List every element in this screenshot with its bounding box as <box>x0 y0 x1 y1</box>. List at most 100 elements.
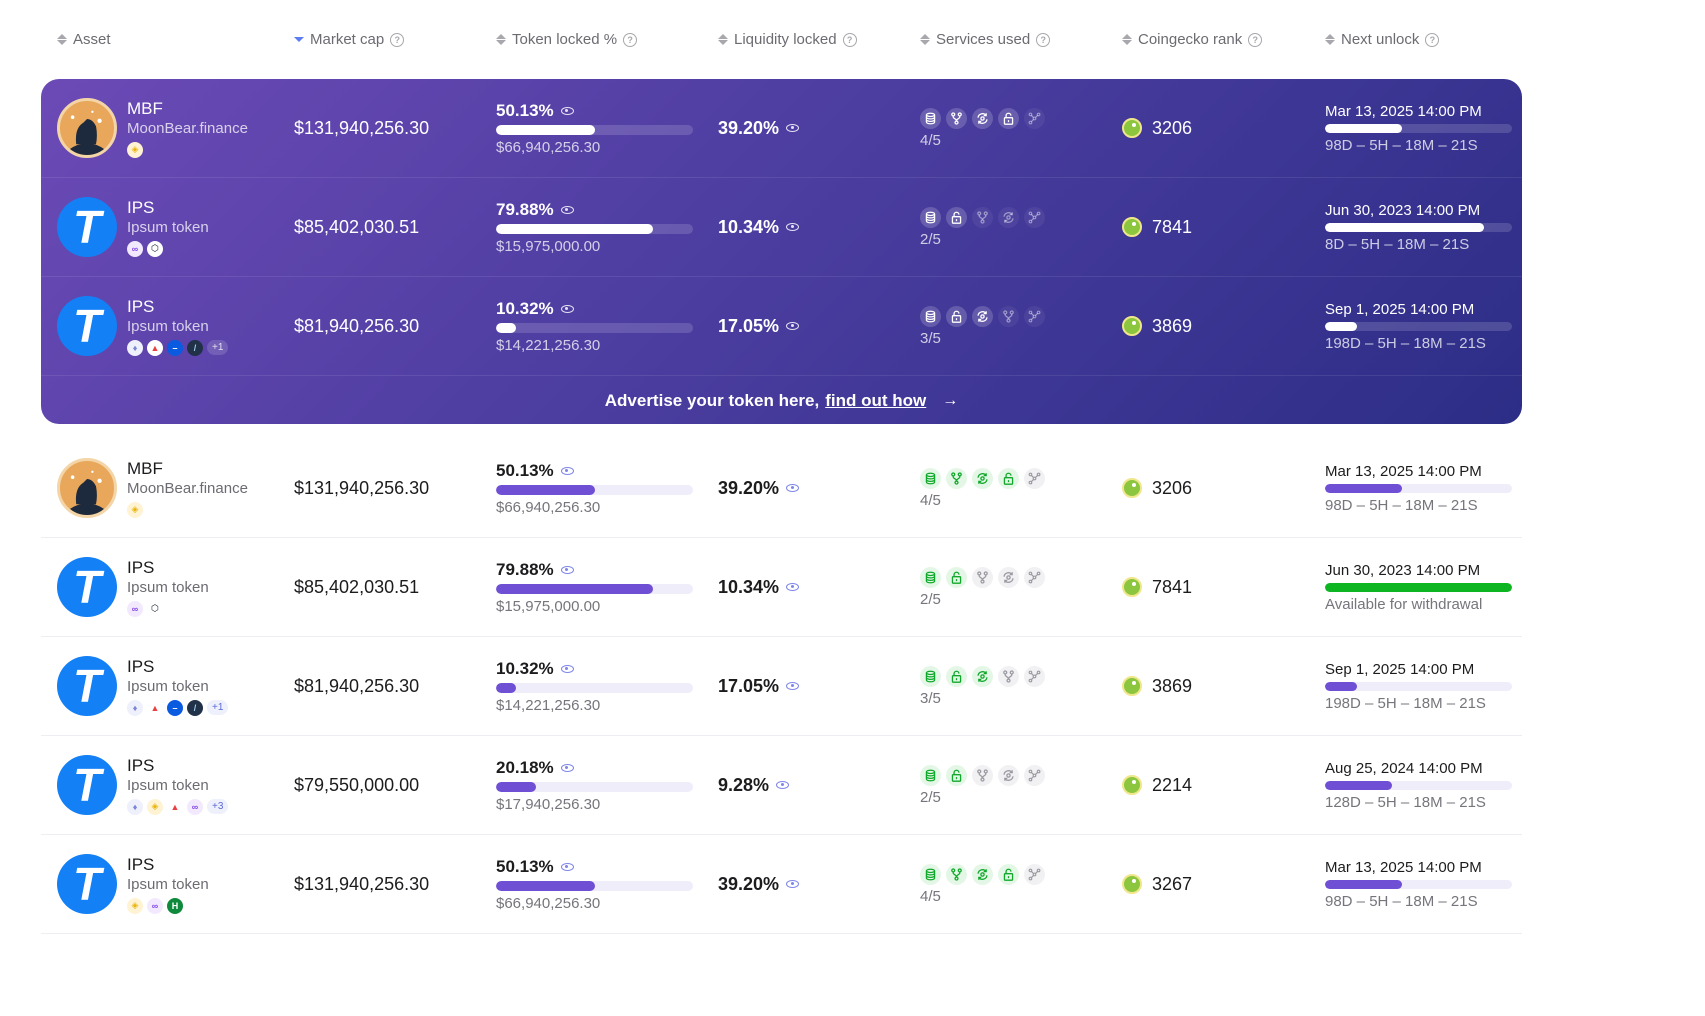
liquidity-locked-cell: 17.05% <box>718 316 920 337</box>
network-icon[interactable] <box>1024 863 1045 885</box>
eye-icon[interactable] <box>560 763 574 772</box>
help-icon[interactable]: ? <box>1036 32 1051 47</box>
eye-icon[interactable] <box>560 466 574 475</box>
fork-icon[interactable] <box>946 863 967 885</box>
find-out-how-link[interactable]: find out how <box>825 391 926 411</box>
column-header-market-cap[interactable]: Market cap? <box>294 31 496 48</box>
table-row[interactable]: T IPS Ipsum token ♦ ▲ – / +1 $81,940,256.30 10.32… <box>41 277 1522 376</box>
table-row[interactable]: T IPS Ipsum token ♦ ◈ ▲ ∞ +3 $79,550,000.00 20.18… <box>41 736 1522 835</box>
token-locked-cell: 79.88% $15,975,000.00 <box>496 200 718 255</box>
network-icon[interactable] <box>1024 665 1045 687</box>
database-icon[interactable] <box>920 206 941 228</box>
column-header-services-used[interactable]: Services used? <box>920 31 1122 48</box>
ipsum-token-logo: T <box>57 557 117 617</box>
database-icon[interactable] <box>920 107 941 129</box>
sync-icon[interactable] <box>998 764 1019 786</box>
table-row[interactable]: T IPS Ipsum token ◈ ∞ H $131,940,256.30 50.13% $… <box>41 835 1522 934</box>
eye-icon[interactable] <box>560 664 574 673</box>
eye-icon[interactable] <box>560 205 574 214</box>
avalanche-chain-icon: ▲ <box>167 798 183 815</box>
polygon-chain-icon: ∞ <box>187 798 203 815</box>
lock-icon[interactable] <box>946 305 967 327</box>
table-row[interactable]: MBF MoonBear.finance ◈ $131,940,256.30 50.13… <box>41 79 1522 178</box>
eye-icon[interactable] <box>560 304 574 313</box>
help-icon[interactable]: ? <box>842 32 857 47</box>
more-chains-badge[interactable]: +3 <box>207 799 229 814</box>
sync-icon[interactable] <box>972 863 993 885</box>
sort-icon[interactable] <box>1325 33 1335 47</box>
more-chains-badge[interactable]: +1 <box>207 340 229 355</box>
fork-icon[interactable] <box>998 305 1019 327</box>
fork-icon[interactable] <box>972 566 993 588</box>
eye-icon[interactable] <box>786 322 800 330</box>
eye-icon[interactable] <box>786 223 800 231</box>
database-icon[interactable] <box>920 665 941 687</box>
help-icon[interactable]: ? <box>1248 32 1263 47</box>
network-icon[interactable] <box>1024 107 1045 129</box>
token-locked-progress-bar <box>496 223 693 234</box>
lock-icon[interactable] <box>946 206 967 228</box>
lock-icon[interactable] <box>946 566 967 588</box>
network-icon[interactable] <box>1024 467 1045 489</box>
lock-icon[interactable] <box>946 764 967 786</box>
table-row[interactable]: T IPS Ipsum token ∞ ⬡ $85,402,030.51 79.88% $15… <box>41 538 1522 637</box>
eye-icon[interactable] <box>786 484 800 492</box>
column-header-asset[interactable]: Asset <box>57 31 294 48</box>
eye-icon[interactable] <box>560 106 574 115</box>
services-count: 2/5 <box>920 230 941 248</box>
database-icon[interactable] <box>920 467 941 489</box>
sync-icon[interactable] <box>972 665 993 687</box>
eye-icon[interactable] <box>560 565 574 574</box>
column-header-token-locked[interactable]: Token locked %? <box>496 31 718 48</box>
lock-icon[interactable] <box>998 467 1019 489</box>
sort-icon[interactable] <box>920 33 930 47</box>
column-header-next-unlock[interactable]: Next unlock? <box>1325 31 1538 48</box>
column-header-liquidity-locked[interactable]: Liquidity locked? <box>718 31 920 48</box>
sort-icon[interactable] <box>57 33 67 47</box>
network-icon[interactable] <box>1024 566 1045 588</box>
network-icon[interactable] <box>1024 206 1045 228</box>
lock-icon[interactable] <box>998 107 1019 129</box>
sync-icon[interactable] <box>972 305 993 327</box>
eye-icon[interactable] <box>560 862 574 871</box>
eye-icon[interactable] <box>786 682 800 690</box>
sync-icon[interactable] <box>972 467 993 489</box>
table-row[interactable]: MBF MoonBear.finance ◈ $131,940,256.30 50.13… <box>41 439 1522 538</box>
chain-list: ∞ ⬡ <box>127 240 209 257</box>
sort-icon[interactable] <box>496 33 506 47</box>
arrow-right-icon[interactable]: → <box>942 392 958 410</box>
fork-icon[interactable] <box>972 764 993 786</box>
help-icon[interactable]: ? <box>1425 32 1440 47</box>
more-chains-badge[interactable]: +1 <box>207 700 229 715</box>
database-icon[interactable] <box>920 566 941 588</box>
lock-icon[interactable] <box>998 863 1019 885</box>
sort-desc-icon[interactable] <box>294 33 304 47</box>
help-icon[interactable]: ? <box>623 32 638 47</box>
eye-icon[interactable] <box>786 124 800 132</box>
column-header-coingecko-rank[interactable]: Coingecko rank? <box>1122 31 1325 48</box>
sort-icon[interactable] <box>718 33 728 47</box>
sync-icon[interactable] <box>972 107 993 129</box>
database-icon[interactable] <box>920 863 941 885</box>
lock-icon[interactable] <box>946 665 967 687</box>
network-icon[interactable] <box>1024 305 1045 327</box>
database-icon[interactable] <box>920 305 941 327</box>
help-icon[interactable]: ? <box>390 32 405 47</box>
fork-icon[interactable] <box>998 665 1019 687</box>
fork-icon[interactable] <box>972 206 993 228</box>
table-row[interactable]: T IPS Ipsum token ♦ ▲ – / +1 $81,940,256.30 10.32… <box>41 637 1522 736</box>
database-icon[interactable] <box>920 764 941 786</box>
eye-icon[interactable] <box>776 781 790 789</box>
sort-icon[interactable] <box>1122 33 1132 47</box>
sync-icon[interactable] <box>998 566 1019 588</box>
unlock-date: Jun 30, 2023 14:00 PM <box>1325 201 1481 219</box>
services-cell: 3/5 <box>920 305 1122 347</box>
eye-icon[interactable] <box>786 583 800 591</box>
eye-icon[interactable] <box>786 880 800 888</box>
arbitrum-chain-icon: / <box>187 339 203 356</box>
fork-icon[interactable] <box>946 467 967 489</box>
fork-icon[interactable] <box>946 107 967 129</box>
sync-icon[interactable] <box>998 206 1019 228</box>
table-row[interactable]: T IPS Ipsum token ∞ ⬡ $85,402,030.51 79.88% $15… <box>41 178 1522 277</box>
network-icon[interactable] <box>1024 764 1045 786</box>
